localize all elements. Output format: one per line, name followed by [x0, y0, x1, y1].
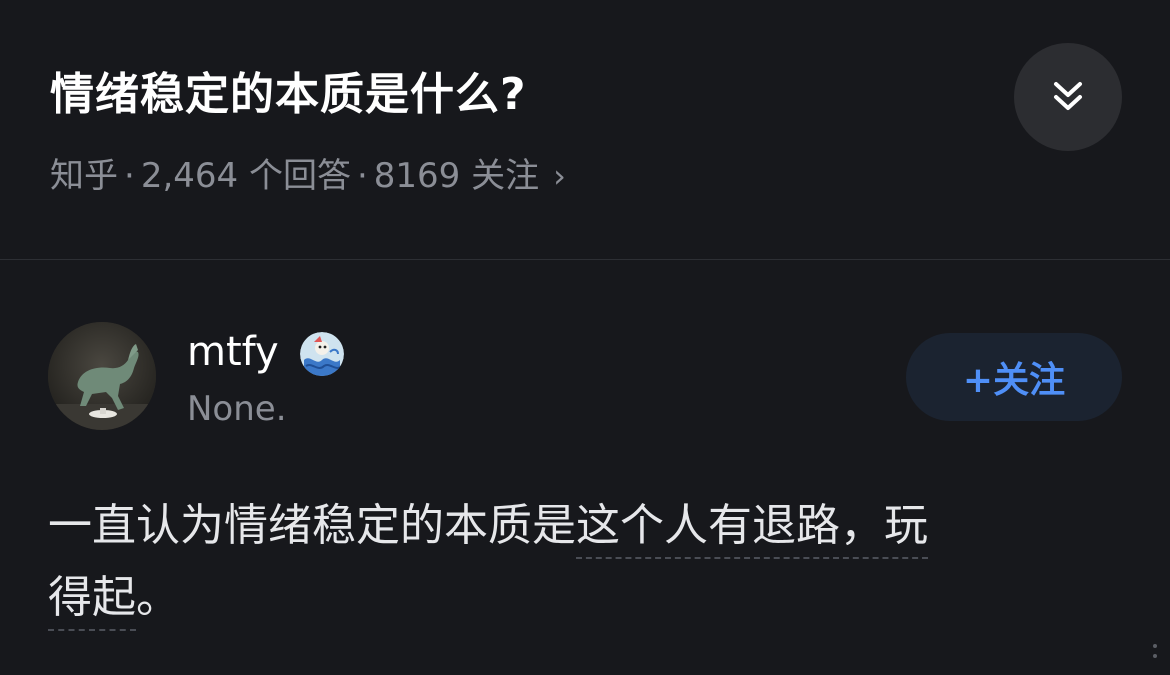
answer-highlight[interactable]: 这个人有退路，玩	[576, 500, 928, 559]
follow-button[interactable]: +关注	[906, 333, 1122, 421]
question-source: 知乎	[50, 156, 118, 196]
answer-line: 一直认为情绪稳定的本质是这个人有退路，玩	[48, 490, 1108, 562]
answer-text: 。	[136, 572, 180, 623]
meta-separator: ·	[124, 156, 135, 196]
question-title[interactable]: 情绪稳定的本质是什么?	[50, 60, 527, 130]
author-avatar[interactable]	[48, 322, 156, 430]
double-chevron-down-icon	[1050, 79, 1086, 115]
chevron-right-icon: ›	[553, 157, 566, 195]
author-bio: None.	[187, 389, 287, 429]
author-badge-icon	[300, 332, 344, 376]
meta-separator: ·	[356, 156, 368, 196]
answer-highlight[interactable]: 得起	[48, 572, 136, 631]
followers-count: 8169 关注	[373, 156, 540, 196]
more-dots-icon[interactable]	[1150, 640, 1160, 664]
answers-count: 2,464 个回答	[140, 156, 351, 196]
expand-button[interactable]	[1014, 43, 1122, 151]
answer-content[interactable]: 一直认为情绪稳定的本质是这个人有退路，玩 得起。	[48, 490, 1108, 634]
answer-line: 得起。	[48, 562, 1108, 634]
author-name[interactable]: mtfy	[187, 324, 279, 380]
question-header: 情绪稳定的本质是什么? 知乎 · 2,464 个回答 · 8169 关注 ›	[0, 0, 1170, 260]
answer-text: 一直认为情绪稳定的本质是	[48, 500, 576, 551]
section-divider	[0, 259, 1170, 260]
question-meta[interactable]: 知乎 · 2,464 个回答 · 8169 关注 ›	[50, 148, 566, 204]
